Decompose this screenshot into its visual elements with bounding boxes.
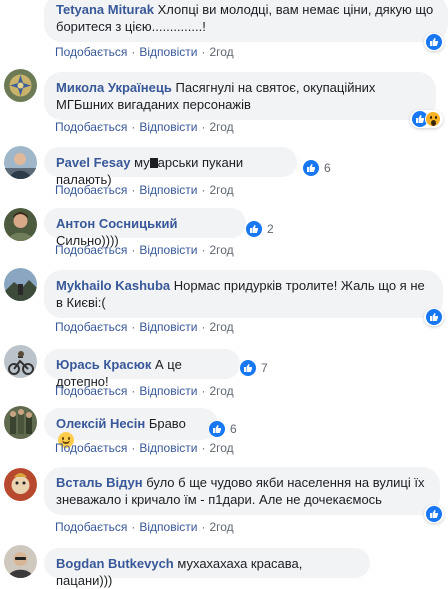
comment-time[interactable]: 2год [209,384,233,398]
comment-reactions[interactable] [424,33,444,51]
comment-author[interactable]: Tetyana Miturak [56,2,154,17]
comment-author[interactable]: Pavel Fesay [56,155,130,170]
avatar[interactable] [4,268,37,301]
reply-link[interactable]: Відповісти [139,384,197,398]
comment-time[interactable]: 2год [209,120,233,134]
comment-reactions[interactable]: 7 [238,359,272,377]
comment-text: Браво [148,416,186,431]
like-reaction-icon [209,421,225,437]
reaction-count: 7 [261,361,268,375]
like-link[interactable]: Подобається [55,45,127,59]
comment-bubble: Олексій Несін Браво [44,408,218,448]
avatar[interactable] [4,146,37,179]
reply-link[interactable]: Відповісти [139,183,197,197]
comment-bubble: Pavel Fesay му арськи пукани палають) [44,147,297,187]
comment-reactions[interactable]: 6 [207,420,241,438]
reply-link[interactable]: Відповісти [139,520,197,534]
avatar[interactable] [4,545,37,578]
comment-reactions[interactable]: 6 [301,159,335,177]
comment-actions: Подобається · Відповісти · 2год [55,441,234,455]
like-reaction-icon [303,160,319,176]
comment-author[interactable]: Олексій Несін [56,416,145,431]
comment-actions: Подобається · Відповісти · 2год [55,243,234,257]
comment-author[interactable]: Всталь Відун [56,475,143,490]
reply-link[interactable]: Відповісти [139,120,197,134]
comment-bubble: Mykhailo Kashuba Нормас придурків тролит… [44,270,443,318]
censor-block [149,158,158,168]
comment-bubble: Bogdan Butkevych мухахахаха красава, пац… [44,548,370,588]
like-link[interactable]: Подобається [55,320,127,334]
comment-author[interactable]: Антон Сосницький [56,216,178,231]
comment-actions: Подобається · Відповісти · 2год [55,520,234,534]
comment-bubble: Антон Сосницький Сильно)))) [44,208,246,248]
reaction-count: 6 [230,422,237,436]
like-link[interactable]: Подобається [55,384,127,398]
reply-link[interactable]: Відповісти [139,243,197,257]
comment-reactions[interactable] [410,110,443,128]
comment-time[interactable]: 2год [209,243,233,257]
comment-time[interactable]: 2год [209,45,233,59]
comment-time[interactable]: 2год [209,441,233,455]
comment-reactions[interactable] [424,308,444,326]
comment-bubble: Всталь Відун було б ще чудово якби насел… [44,467,440,515]
like-link[interactable]: Подобається [55,183,127,197]
wow-reaction-icon [425,111,441,127]
comment-author[interactable]: Юрась Красюк [56,357,151,372]
comment-actions: Подобається · Відповісти · 2год [55,384,234,398]
like-reaction-icon [240,360,256,376]
comment-bubble: Юрась Красюк А це дотепно! [44,349,240,389]
avatar[interactable] [4,208,37,241]
like-reaction-icon [426,309,442,325]
comment-actions: Подобається · Відповісти · 2год [55,183,234,197]
like-link[interactable]: Подобається [55,441,127,455]
comment-author[interactable]: Bogdan Butkevych [56,556,174,571]
reply-link[interactable]: Відповісти [139,441,197,455]
avatar[interactable] [4,345,37,378]
reply-link[interactable]: Відповісти [139,320,197,334]
like-link[interactable]: Подобається [55,120,127,134]
comment-bubble: Tetyana Miturak Хлопці ви молодці, вам н… [44,0,448,42]
avatar[interactable] [4,406,37,439]
reply-link[interactable]: Відповісти [139,45,197,59]
comment-author[interactable]: Mykhailo Kashuba [56,278,170,293]
avatar[interactable] [4,69,37,102]
comment-author[interactable]: Микола Українець [56,80,172,95]
reaction-count: 6 [324,161,331,175]
comment-time[interactable]: 2год [209,320,233,334]
reaction-count: 2 [267,222,274,236]
avatar[interactable] [4,468,37,501]
like-reaction-icon [426,34,442,50]
like-link[interactable]: Подобається [55,520,127,534]
like-reaction-icon [426,506,442,522]
comment-reactions[interactable]: 2 [244,220,278,238]
comment-bubble: Микола Українець Пасягнулі на святоє, ок… [44,72,436,120]
comment-time[interactable]: 2год [209,520,233,534]
comment-actions: Подобається · Відповісти · 2год [55,120,234,134]
comment-actions: Подобається · Відповісти · 2год [55,320,234,334]
comment-actions: Подобається · Відповісти · 2год [55,45,234,59]
comment-time[interactable]: 2год [209,183,233,197]
like-link[interactable]: Подобається [55,243,127,257]
comment-reactions[interactable] [424,505,444,523]
like-reaction-icon [246,221,262,237]
